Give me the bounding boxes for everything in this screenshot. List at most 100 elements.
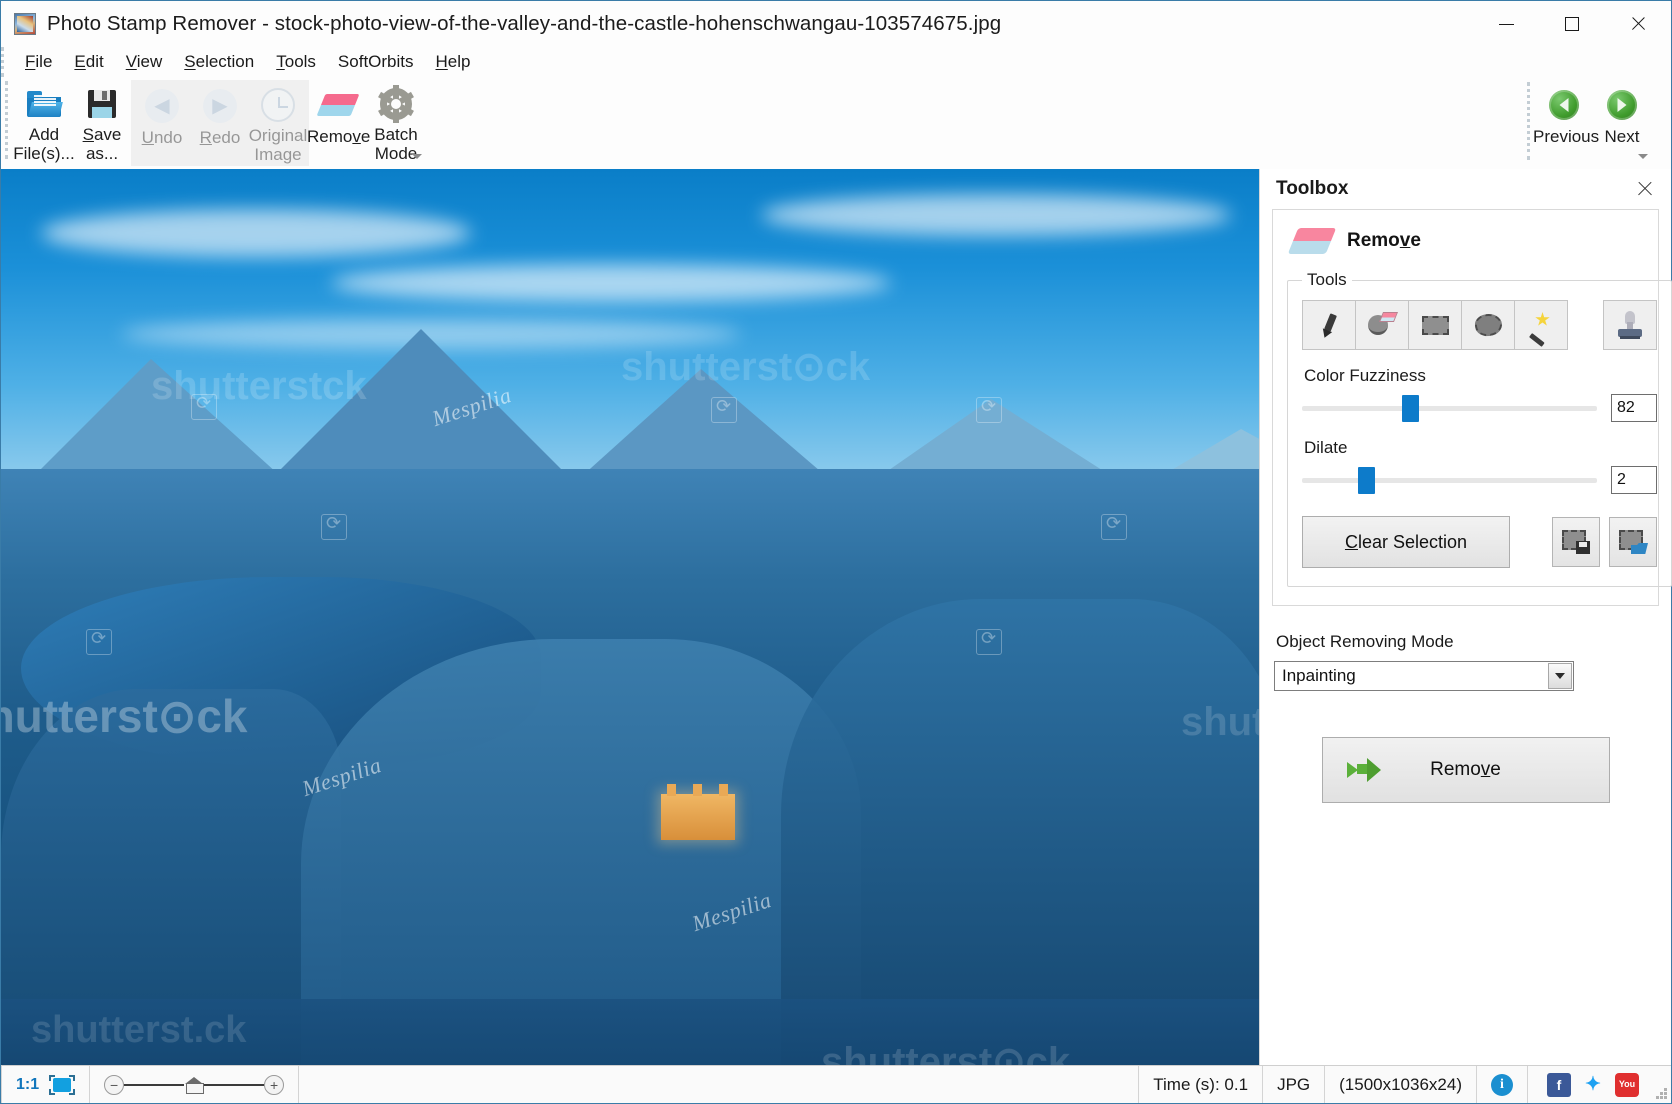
zoom-track-left — [124, 1084, 184, 1086]
green-right-arrow-icon — [1607, 85, 1637, 125]
object-removing-mode-select[interactable]: Inpainting — [1274, 661, 1574, 691]
app-icon — [14, 13, 36, 35]
watermark: shutterst⊙ck — [1, 689, 248, 743]
watermark-tile — [86, 629, 112, 655]
remove-mode-header: Remove — [1287, 222, 1644, 268]
minimize-button[interactable] — [1473, 1, 1539, 47]
undo-button[interactable]: ◀ Undo — [133, 80, 191, 164]
next-button[interactable]: Next — [1593, 79, 1651, 163]
redo-button[interactable]: ▶ Redo — [191, 80, 249, 164]
youtube-icon[interactable]: You — [1615, 1073, 1639, 1097]
eraser-icon — [1293, 228, 1331, 254]
watermark-tile — [711, 397, 737, 423]
minimize-icon — [1499, 24, 1514, 25]
dilate-value[interactable]: 2 — [1611, 466, 1657, 494]
toolbox-title: Toolbox — [1276, 178, 1348, 200]
object-removing-mode-value: Inpainting — [1282, 666, 1356, 686]
menu-help[interactable]: Help — [425, 50, 482, 74]
chevron-down-icon[interactable] — [1548, 663, 1572, 689]
load-selection-button[interactable] — [1609, 517, 1657, 567]
info-icon[interactable]: i — [1491, 1074, 1513, 1096]
open-folder-icon — [27, 85, 61, 123]
arrow-right-circle-icon: ▶ — [203, 86, 237, 126]
original-image-button[interactable]: Original Image — [249, 80, 307, 164]
toolbar-overflow-arrow[interactable] — [412, 154, 422, 159]
clock-history-icon — [261, 86, 295, 124]
save-as-button[interactable]: Save as... — [73, 79, 131, 163]
lasso-tool[interactable] — [1461, 300, 1515, 350]
slider-track — [1302, 478, 1597, 483]
toolbox-close-icon[interactable] — [1633, 177, 1657, 201]
maximize-button[interactable] — [1539, 1, 1605, 47]
slider-thumb[interactable] — [1358, 467, 1375, 494]
toolbox-panel: Toolbox Remove Tools — [1259, 169, 1671, 1065]
object-removing-mode-label: Object Removing Mode — [1276, 632, 1657, 652]
zoom-out-icon[interactable]: − — [104, 1075, 124, 1095]
color-fuzziness-row: 82 — [1302, 394, 1657, 422]
zoom-slider-cell: − + — [90, 1066, 299, 1103]
batch-mode-button[interactable]: Batch Mode — [367, 79, 425, 163]
watermark: shutterst⊙ck — [621, 344, 870, 390]
menu-tools[interactable]: Tools — [265, 50, 327, 74]
history-button-group: ◀ Undo ▶ Redo Original Image — [131, 80, 309, 166]
navigation-overflow-arrow[interactable] — [1638, 154, 1648, 159]
eraser-icon — [321, 85, 355, 125]
save-selection-button[interactable] — [1552, 517, 1600, 567]
menu-edit[interactable]: Edit — [63, 50, 114, 74]
dilate-slider[interactable] — [1302, 467, 1597, 493]
floppy-disk-icon — [88, 85, 116, 123]
zoom-in-icon[interactable]: + — [264, 1075, 284, 1095]
pencil-icon — [1316, 312, 1342, 338]
menu-file[interactable]: File — [14, 50, 63, 74]
navigation-group: Previous Next — [1523, 79, 1671, 163]
main-body: shutterst⊙ck shutterstck shutterst⊙ck sh… — [1, 169, 1671, 1065]
menu-selection[interactable]: Selection — [173, 50, 265, 74]
youtube-label-1: You — [1619, 1080, 1635, 1089]
previous-button[interactable]: Previous — [1535, 79, 1593, 163]
cloud — [41, 209, 471, 257]
zoom-reset-icon[interactable] — [186, 1078, 202, 1092]
tools-group-label: Tools — [1302, 270, 1352, 290]
watermark-tile — [321, 514, 347, 540]
add-files-label-2: File(s)... — [13, 144, 74, 163]
menu-view[interactable]: View — [115, 50, 174, 74]
time-cell: Time (s): 0.1 — [1138, 1066, 1263, 1103]
resize-grip[interactable] — [1650, 1082, 1668, 1100]
navigation-grip[interactable] — [1527, 82, 1531, 160]
next-label: Next — [1591, 127, 1653, 146]
magic-wand-tool[interactable] — [1514, 300, 1568, 350]
lasso-icon — [1473, 312, 1503, 338]
arrow-left-circle-icon: ◀ — [145, 86, 179, 126]
green-arrow-icon — [1347, 758, 1381, 782]
twitter-icon[interactable]: ✦ — [1581, 1073, 1605, 1097]
clear-selection-button[interactable]: Clear Selection — [1302, 516, 1510, 568]
image-canvas[interactable]: shutterst⊙ck shutterstck shutterst⊙ck sh… — [1, 169, 1259, 1065]
add-files-label-1: Add — [29, 125, 59, 144]
color-fuzziness-slider[interactable] — [1302, 395, 1597, 421]
eraser-tool[interactable] — [1355, 300, 1409, 350]
facebook-icon[interactable]: f — [1547, 1073, 1571, 1097]
zoom-slider[interactable]: − + — [104, 1075, 284, 1095]
close-icon — [1630, 16, 1646, 32]
remove-button[interactable]: Remove — [1322, 737, 1610, 803]
toolbar-grip[interactable] — [5, 81, 9, 159]
pencil-tool[interactable] — [1302, 300, 1356, 350]
remove-toolbar-button[interactable]: Remove — [309, 79, 367, 163]
dimensions-cell: (1500x1036x24) — [1325, 1066, 1477, 1103]
close-button[interactable] — [1605, 1, 1671, 47]
color-fuzziness-value[interactable]: 82 — [1611, 394, 1657, 422]
zoom-ratio-label[interactable]: 1:1 — [16, 1076, 39, 1094]
rectangle-select-tool[interactable] — [1408, 300, 1462, 350]
slider-thumb[interactable] — [1402, 395, 1419, 422]
menu-softorbits[interactable]: SoftOrbits — [327, 50, 425, 74]
clone-stamp-tool[interactable] — [1603, 300, 1657, 350]
batch-mode-label-2: Mode — [375, 144, 418, 163]
dilate-row: 2 — [1302, 466, 1657, 494]
main-toolbar: Add File(s)... Save as... ◀ Undo ▶ — [1, 77, 1671, 169]
watermark: shutterst⊙ — [1181, 699, 1259, 745]
status-right-group: Time (s): 0.1 JPG (1500x1036x24) i f ✦ Y… — [1138, 1066, 1671, 1103]
window-title: Photo Stamp Remover - stock-photo-view-o… — [47, 12, 1001, 36]
remove-action-wrap: Remove — [1274, 737, 1657, 803]
add-files-button[interactable]: Add File(s)... — [15, 79, 73, 163]
fit-to-window-icon[interactable] — [49, 1075, 75, 1095]
